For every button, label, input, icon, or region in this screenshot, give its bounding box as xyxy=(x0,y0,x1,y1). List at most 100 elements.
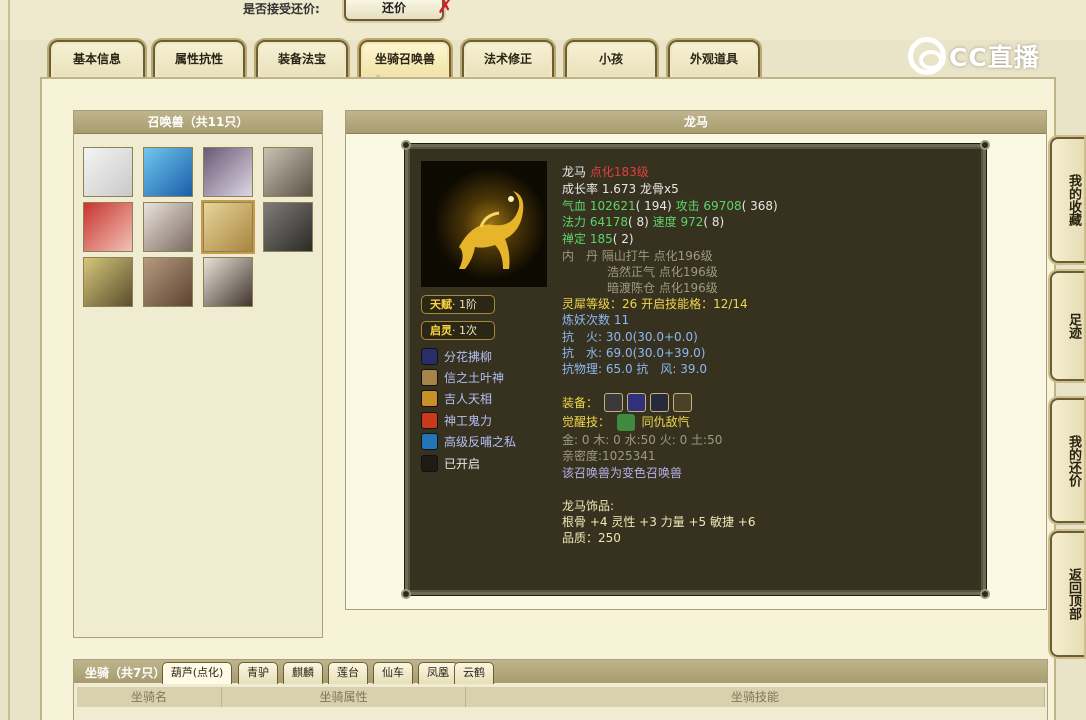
mount-tab[interactable]: 葫芦(点化) xyxy=(162,662,232,684)
skill-item[interactable]: 高级反哺之私 xyxy=(421,431,516,451)
skill-icon xyxy=(421,389,438,407)
counter-offer-button[interactable]: 还价 xyxy=(344,0,444,21)
logo-icon xyxy=(908,37,946,75)
zen-label: 禅定 xyxy=(562,232,587,246)
awaken-skill-name[interactable]: 同仇敌忾 xyxy=(642,415,690,429)
summon-name-line: 龙马 点化183级 xyxy=(562,164,649,180)
growth-line: 成长率 1.673 龙骨x5 xyxy=(562,182,679,196)
skill-item[interactable]: 吉人天相 xyxy=(421,388,492,408)
mount-tab[interactable]: 莲台 xyxy=(328,662,368,684)
mount-tab[interactable]: 仙车 xyxy=(373,662,413,684)
close-icon[interactable]: ✗ xyxy=(437,0,454,18)
frame-line xyxy=(8,0,10,720)
skill-icon xyxy=(421,432,438,450)
skill-name: 已开启 xyxy=(444,456,481,471)
skill-name: 高级反哺之私 xyxy=(444,434,517,449)
neidan-line-1: 内 丹 隔山打牛 点化196级 xyxy=(562,248,713,264)
zen-line: 禅定 185( 2) xyxy=(562,231,634,247)
summon-thumb[interactable] xyxy=(143,147,193,197)
summon-thumb[interactable] xyxy=(83,257,133,307)
spirit-label: 启灵 xyxy=(430,324,452,337)
logo: CC直播 xyxy=(908,36,1040,76)
equip-slot-necklace[interactable] xyxy=(650,393,669,412)
mp-value: 64178 xyxy=(589,215,629,229)
summon-thumb[interactable] xyxy=(203,147,253,197)
ornament-quality: 品质：250 xyxy=(562,531,621,545)
skill-item[interactable]: 已开启 xyxy=(421,453,480,473)
summon-thumb[interactable] xyxy=(83,202,133,252)
zen-extra: ( 2) xyxy=(612,232,634,246)
footprint-button[interactable]: 足迹 xyxy=(1050,271,1084,381)
res-water-value: 69.0 xyxy=(605,346,633,360)
summon-thumb[interactable] xyxy=(263,202,313,252)
my-counter-offers-button[interactable]: 我的还价 xyxy=(1050,398,1084,523)
summon-thumb[interactable] xyxy=(143,257,193,307)
logo-text: CC直播 xyxy=(949,43,1040,72)
mounts-panel: 坐骑（共7只） 葫芦(点化) 青驴 麒麟 莲台 仙车 凤凰 云鹤 坐骑名 坐骑属… xyxy=(73,659,1048,720)
mount-tab[interactable]: 凤凰 xyxy=(418,662,458,684)
summon-name: 龙马 xyxy=(562,165,587,179)
mount-tab[interactable]: 青驴 xyxy=(238,662,278,684)
skill-name: 分花拂柳 xyxy=(444,349,493,364)
column-header-mount-skills[interactable]: 坐骑技能 xyxy=(466,687,1045,707)
hp-atk-line: 气血 102621( 194) 攻击 69708( 368) xyxy=(562,198,778,214)
awaken-spirit-badge[interactable]: 启灵· 1次 xyxy=(421,321,495,340)
skill-item[interactable]: 分花拂柳 xyxy=(421,346,492,366)
ornament-title: 龙马饰品: xyxy=(562,499,615,513)
summon-thumb-selected[interactable] xyxy=(203,202,253,252)
tab-spell-correction[interactable]: 法术修正 xyxy=(462,40,554,78)
res-water-line: 抗 水: 69.0(30.0+39.0) xyxy=(562,345,705,361)
res-fire-value: 30.0 xyxy=(605,330,633,344)
refine-line: 炼妖次数 11 xyxy=(562,313,630,327)
spd-extra: ( 8) xyxy=(703,215,725,229)
mount-tab[interactable]: 麒麟 xyxy=(283,662,323,684)
atk-extra: ( 368) xyxy=(741,199,778,213)
summon-thumb[interactable] xyxy=(203,257,253,307)
skill-item[interactable]: 神工鬼力 xyxy=(421,410,492,430)
top-strip xyxy=(0,0,1086,40)
spd-label: 速度 xyxy=(652,215,677,229)
res-water-label: 抗 水: xyxy=(562,346,603,360)
awaken-skill-icon xyxy=(616,414,635,431)
equip-slot-item[interactable] xyxy=(673,393,692,412)
skill-icon xyxy=(421,347,438,365)
tab-basic-info[interactable]: 基本信息 xyxy=(49,40,145,78)
equip-slot-armor[interactable] xyxy=(627,393,646,412)
summon-thumb[interactable] xyxy=(263,147,313,197)
mp-extra: ( 8) xyxy=(628,215,649,229)
equip-label: 装备： xyxy=(562,396,599,410)
summon-thumb[interactable] xyxy=(143,202,193,252)
summons-panel: 召唤兽（共11只） xyxy=(73,110,323,638)
neidan-label: 内 丹 xyxy=(562,249,599,263)
dragon-horse-image xyxy=(459,191,524,269)
detail-panel-title: 龙马 xyxy=(346,111,1046,134)
res-fire-line: 抗 火: 30.0(30.0+0.0) xyxy=(562,329,698,345)
tab-attributes[interactable]: 属性抗性 xyxy=(153,40,245,78)
column-header-mount-attrs[interactable]: 坐骑属性 xyxy=(222,687,466,707)
equip-slot-ring[interactable] xyxy=(604,393,623,412)
neidan-item: 浩然正气 点化196级 xyxy=(607,265,718,279)
talent-badge[interactable]: 天赋· 1阶 xyxy=(421,295,495,314)
my-favorites-button[interactable]: 我的收藏 xyxy=(1050,137,1084,263)
column-header-mount-name[interactable]: 坐骑名 xyxy=(77,687,222,707)
summon-thumb[interactable] xyxy=(83,147,133,197)
talent-label: 天赋 xyxy=(430,298,452,311)
skill-icon xyxy=(421,368,438,386)
skill-item[interactable]: 信之土叶神 xyxy=(421,367,504,387)
skill-icon xyxy=(421,454,438,472)
card-corner-ornament xyxy=(980,140,990,150)
summon-level: 点化183级 xyxy=(589,165,649,179)
ornament-stats: 根骨 +4 灵性 +3 力量 +5 敏捷 +6 xyxy=(562,515,756,529)
summon-portrait xyxy=(421,161,547,287)
atk-value: 69708 xyxy=(703,199,742,213)
spirit-value: · 1次 xyxy=(452,324,477,337)
card-corner-ornament xyxy=(980,589,990,599)
mount-tab[interactable]: 云鹤 xyxy=(454,662,494,684)
tab-equipment[interactable]: 装备法宝 xyxy=(256,40,348,78)
hp-extra: ( 194) xyxy=(635,199,672,213)
tab-children[interactable]: 小孩 xyxy=(565,40,657,78)
intimacy-line: 亲密度:1025341 xyxy=(562,449,656,463)
back-to-top-button[interactable]: 返回顶部 xyxy=(1050,531,1084,657)
tab-appearance[interactable]: 外观道具 xyxy=(668,40,760,78)
res-fire-label: 抗 火: xyxy=(562,330,603,344)
